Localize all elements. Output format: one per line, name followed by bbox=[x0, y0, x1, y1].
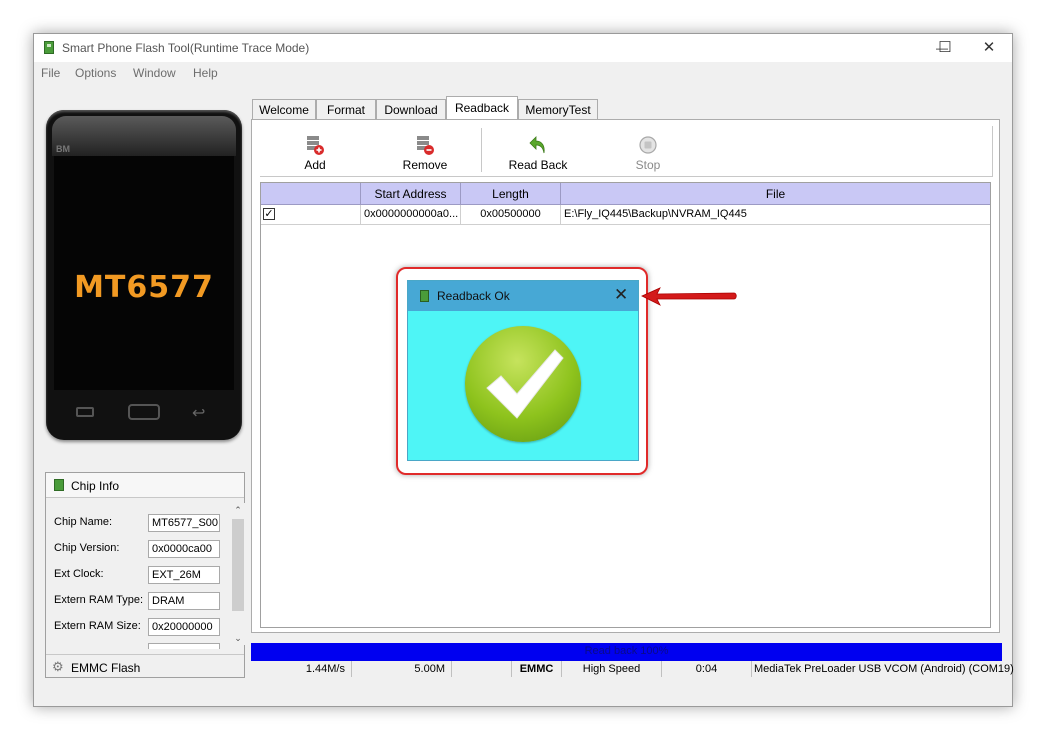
ext-clock-label: Ext Clock: bbox=[54, 568, 104, 580]
chip-info-title: Chip Info bbox=[71, 479, 120, 493]
remove-icon bbox=[417, 136, 434, 155]
scroll-up-icon[interactable]: ⌃ bbox=[231, 503, 245, 517]
scroll-down-icon[interactable]: ⌄ bbox=[231, 631, 245, 645]
checkmark-icon bbox=[486, 349, 564, 419]
app-icon bbox=[44, 41, 54, 54]
dialog-app-icon bbox=[420, 290, 429, 302]
chip-version-field[interactable]: 0x0000ca00 bbox=[148, 540, 220, 558]
stop-label: Stop bbox=[635, 158, 661, 172]
remove-button[interactable]: Remove bbox=[392, 128, 458, 176]
dialog-title-bar: Readback Ok ✕ bbox=[408, 281, 638, 311]
status-port: MediaTek PreLoader USB VCOM (Android) (C… bbox=[754, 663, 1014, 675]
chip-version-label: Chip Version: bbox=[54, 542, 120, 554]
emmc-flash-section[interactable]: ⚙ EMMC Flash bbox=[46, 654, 244, 679]
menu-file[interactable]: File bbox=[41, 66, 60, 80]
chip-name-label: Chip Name: bbox=[54, 516, 113, 528]
dialog-title: Readback Ok bbox=[437, 289, 510, 303]
phone-back-key-icon: ↩ bbox=[192, 405, 206, 422]
tab-memorytest[interactable]: MemoryTest bbox=[518, 99, 598, 119]
read-back-label: Read Back bbox=[508, 158, 568, 172]
ext-clock-field[interactable]: EXT_26M bbox=[148, 566, 220, 584]
phone-brand: BM bbox=[56, 144, 70, 154]
progress-bar: Read back 100% bbox=[251, 643, 1002, 661]
chip-name-field[interactable]: MT6577_S00 bbox=[148, 514, 220, 532]
readback-ok-dialog: Readback Ok ✕ bbox=[407, 280, 639, 461]
menu-options[interactable]: Options bbox=[75, 66, 116, 80]
toolbar-separator bbox=[481, 128, 482, 172]
chip-info-header[interactable]: Chip Info bbox=[46, 473, 244, 498]
title-bar: Smart Phone Flash Tool(Runtime Trace Mod… bbox=[34, 34, 1012, 62]
status-time: 0:04 bbox=[662, 661, 752, 677]
menu-bar: File Options Window Help bbox=[34, 63, 1012, 83]
chip-info-scrollbar[interactable]: ⌃ ⌄ bbox=[231, 503, 245, 645]
column-header-length[interactable]: Length bbox=[461, 183, 561, 205]
chip-info-panel: Chip Info Chip Name: MT6577_S00 Chip Ver… bbox=[45, 472, 245, 678]
dialog-close-button[interactable]: ✕ bbox=[614, 285, 628, 305]
phone-image: BM MT6577 ↩ bbox=[46, 110, 242, 440]
column-header-file[interactable]: File bbox=[561, 183, 990, 205]
close-button[interactable]: ✕ bbox=[966, 34, 1012, 62]
extern-ram-size-field[interactable]: 0x20000000 bbox=[148, 618, 220, 636]
phone-home-key-icon bbox=[128, 404, 160, 420]
read-back-button[interactable]: Read Back bbox=[502, 128, 574, 176]
tab-download[interactable]: Download bbox=[376, 99, 446, 119]
extern-ram-size-label: Extern RAM Size: bbox=[54, 620, 141, 632]
menu-window[interactable]: Window bbox=[133, 66, 176, 80]
status-usb-speed: High Speed bbox=[562, 661, 662, 677]
emmc-flash-label: EMMC Flash bbox=[71, 661, 141, 675]
file-cell[interactable]: E:\Fly_IQ445\Backup\NVRAM_IQ445 bbox=[561, 205, 990, 225]
maximize-button[interactable]: ☐ bbox=[922, 34, 968, 62]
remove-label: Remove bbox=[402, 158, 448, 172]
success-checkmark-icon bbox=[465, 326, 581, 442]
tab-format[interactable]: Format bbox=[316, 99, 376, 119]
table-row-check-cell: ✓ bbox=[261, 205, 361, 225]
column-header-check bbox=[261, 183, 361, 205]
add-icon bbox=[307, 136, 324, 155]
chip-info-icon bbox=[54, 479, 64, 491]
status-bar: 1.44M/s 5.00M EMMC High Speed 0:04 Media… bbox=[251, 661, 1014, 677]
add-button[interactable]: Add bbox=[282, 128, 348, 176]
length-cell[interactable]: 0x00500000 bbox=[461, 205, 561, 225]
window-title: Smart Phone Flash Tool(Runtime Trace Mod… bbox=[62, 41, 310, 55]
tab-welcome[interactable]: Welcome bbox=[252, 99, 316, 119]
progress-text: Read back 100% bbox=[584, 645, 669, 657]
column-header-start-address[interactable]: Start Address bbox=[361, 183, 461, 205]
next-field-partial bbox=[148, 643, 220, 649]
scroll-thumb[interactable] bbox=[232, 519, 244, 611]
phone-chip-label: MT6577 bbox=[74, 270, 214, 305]
phone-gloss bbox=[52, 116, 236, 156]
menu-help[interactable]: Help bbox=[193, 66, 218, 80]
annotation-arrow-icon bbox=[641, 287, 737, 306]
stop-icon bbox=[639, 136, 657, 154]
start-address-cell[interactable]: 0x0000000000a0... bbox=[361, 205, 461, 225]
read-back-arrow-icon bbox=[529, 136, 545, 154]
status-size: 5.00M bbox=[352, 661, 452, 677]
tab-readback[interactable]: Readback bbox=[446, 96, 518, 120]
extern-ram-type-label: Extern RAM Type: bbox=[54, 594, 144, 606]
row-checkbox[interactable]: ✓ bbox=[263, 208, 275, 220]
add-label: Add bbox=[304, 158, 326, 172]
status-speed: 1.44M/s bbox=[251, 661, 352, 677]
stop-button[interactable]: Stop bbox=[618, 128, 678, 176]
gear-icon: ⚙ bbox=[52, 659, 64, 674]
phone-menu-key-icon bbox=[76, 407, 94, 417]
status-storage: EMMC bbox=[512, 661, 562, 677]
extern-ram-type-field[interactable]: DRAM bbox=[148, 592, 220, 610]
status-empty bbox=[452, 661, 512, 677]
